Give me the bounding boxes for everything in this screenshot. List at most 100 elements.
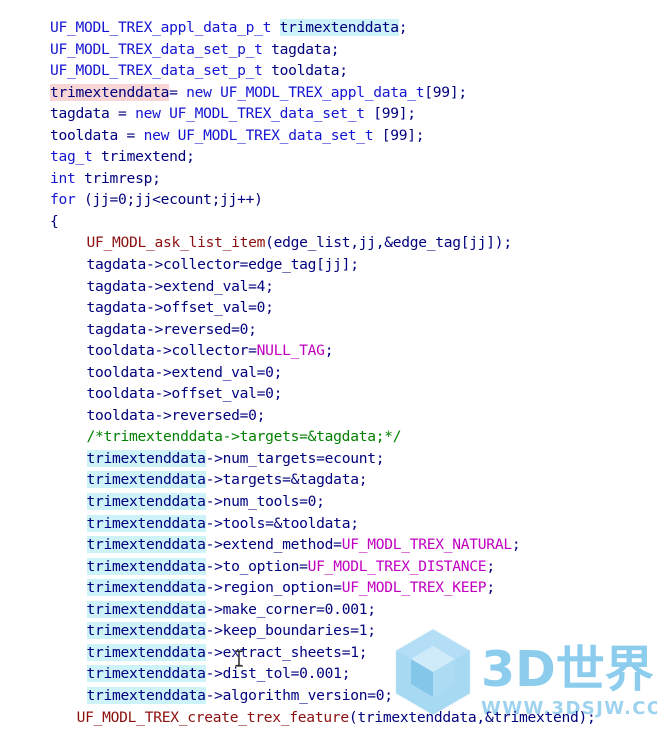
code-token-highlighted: trimextenddata (86, 665, 206, 683)
code-token-highlighted: trimextenddata (86, 471, 206, 489)
code-line[interactable]: trimextenddata->make_corner=0.001; (0, 599, 657, 621)
code-line[interactable]: tooldata = new UF_MODL_TREX_data_set_t [… (0, 125, 657, 147)
code-token: ; (398, 19, 408, 36)
code-line[interactable]: tagdata->offset_val=0; (0, 297, 657, 319)
code-line[interactable]: trimextenddata->keep_boundaries=1; (0, 620, 657, 642)
code-line[interactable]: UF_MODL_TREX_create_trex_feature(trimext… (0, 707, 657, 729)
code-token: ->to_option= (205, 557, 308, 575)
code-line[interactable]: UF_MODL_TREX_data_set_p_t tagdata; (0, 39, 657, 61)
code-line[interactable]: for (jj=0;jj<ecount;jj++) (0, 189, 657, 211)
code-token-highlighted: trimextenddata (86, 449, 206, 467)
code-token: tagdata; (271, 40, 340, 58)
code-token-highlighted: trimextenddata (86, 579, 206, 597)
code-token: new (143, 126, 178, 144)
code-token: ->algorithm_version=0; (205, 686, 393, 704)
code-token: [99]; (364, 105, 416, 123)
code-token: ; (486, 557, 495, 575)
code-line[interactable]: /*trimextenddata->targets=&tagdata;*/ (0, 426, 657, 448)
code-token-highlighted: trimextenddata (86, 493, 206, 511)
code-token-highlighted: trimextenddata (86, 686, 206, 704)
code-token: UF_MODL_TREX_data_set_t (169, 105, 365, 123)
code-line[interactable]: tagdata->reversed=0; (0, 319, 657, 341)
code-line[interactable]: UF_MODL_ask_list_item(edge_list,jj,&edge… (0, 232, 657, 254)
code-line[interactable]: tagdata->extend_val=4; (0, 276, 657, 298)
code-token: new (135, 105, 170, 123)
code-token: trimextend; (101, 148, 195, 166)
code-token: UF_MODL_TREX_NATURAL (341, 536, 512, 554)
code-line[interactable]: UF_MODL_TREX_appl_data_p_t trimextenddat… (0, 17, 657, 39)
code-line[interactable]: trimextenddata->region_option=UF_MODL_TR… (0, 577, 657, 599)
code-token: (jj=0;jj<ecount;jj++) (84, 191, 263, 209)
code-token: [99]; (424, 83, 467, 101)
code-token: ->extend_method= (205, 536, 342, 554)
code-token: new (186, 83, 221, 101)
code-token: tagdata->offset_val=0; (86, 299, 274, 317)
code-line[interactable]: trimextenddata->tools=&tooldata; (0, 513, 657, 535)
code-line[interactable]: tagdata = new UF_MODL_TREX_data_set_t [9… (0, 103, 657, 125)
code-token: UF_MODL_TREX_data_set_p_t (50, 62, 272, 80)
code-token-highlighted: trimextenddata (86, 622, 206, 640)
code-token: UF_MODL_TREX_appl_data_t (220, 83, 425, 101)
code-token: ; (511, 536, 521, 554)
code-line[interactable]: tooldata->collector=NULL_TAG; (0, 340, 657, 362)
code-token: tooldata = (50, 126, 144, 144)
code-token-highlighted: trimextenddata (86, 643, 206, 661)
code-line[interactable]: trimextenddata->num_targets=ecount; (0, 448, 657, 470)
code-token-highlighted: trimextenddata (50, 83, 170, 101)
code-line[interactable]: trimextenddata->to_option=UF_MODL_TREX_D… (0, 556, 657, 578)
code-editor-pane[interactable]: UF_MODL_TREX_appl_data_p_t trimextenddat… (0, 0, 657, 736)
code-token: ->keep_boundaries=1; (205, 622, 376, 640)
code-token: for (50, 191, 85, 209)
code-token: NULL_TAG (256, 342, 325, 360)
code-token: /*trimextenddata->targets=&tagdata;*/ (86, 428, 402, 446)
code-token: ; (486, 579, 495, 597)
code-token: UF_MODL_TREX_create_trex_feature (76, 708, 349, 726)
code-token: tooldata->collector= (86, 342, 257, 360)
code-token: ->targets=&tagdata; (205, 471, 368, 489)
code-line[interactable]: tooldata->extend_val=0; (0, 362, 657, 384)
code-token-highlighted: trimextenddata (279, 19, 399, 36)
code-token: ->extract_sheets=1; (205, 643, 368, 661)
code-token: UF_MODL_TREX_data_set_t (177, 126, 374, 144)
code-token: UF_MODL_TREX_appl_data_p_t (50, 19, 280, 36)
code-line[interactable]: trimextenddata->targets=&tagdata; (0, 469, 657, 491)
code-line[interactable]: trimextenddata= new UF_MODL_TREX_appl_da… (0, 82, 657, 104)
code-token: ->num_targets=ecount; (205, 449, 385, 467)
code-line[interactable]: { (0, 211, 657, 233)
code-line[interactable]: trimextenddata->num_tools=0; (0, 491, 657, 513)
code-token: tag_t (50, 148, 102, 166)
code-token-highlighted: trimextenddata (86, 557, 206, 575)
code-token: ->make_corner=0.001; (205, 600, 376, 618)
code-line[interactable]: trimextenddata->extract_sheets=1; (0, 642, 657, 664)
code-token: int (50, 169, 85, 187)
code-line[interactable]: trimextenddata->extend_method=UF_MODL_TR… (0, 534, 657, 556)
code-line[interactable]: tag_t trimextend; (0, 146, 657, 168)
code-token: ->dist_tol=0.001; (205, 665, 351, 683)
code-line[interactable]: tooldata->offset_val=0; (0, 383, 657, 405)
code-token: ->region_option= (205, 579, 342, 597)
code-token: UF_MODL_TREX_DISTANCE (307, 557, 487, 575)
code-token: (edge_list,jj,&edge_tag[jj]); (265, 234, 512, 252)
code-token: { (50, 212, 59, 230)
code-line[interactable]: tooldata->reversed=0; (0, 405, 657, 427)
code-token: UF_MODL_ask_list_item (86, 234, 266, 252)
code-token: UF_MODL_TREX_KEEP (341, 579, 487, 597)
code-line[interactable]: int trimresp; (0, 168, 657, 190)
code-token: trimresp; (84, 169, 161, 187)
code-line[interactable]: trimextenddata->algorithm_version=0; (0, 685, 657, 707)
code-token: tagdata->extend_val=4; (86, 277, 274, 295)
code-line[interactable]: trimextenddata->dist_tol=0.001; (0, 663, 657, 685)
code-line[interactable]: UF_MODL_TREX_data_set_p_t tooldata; (0, 60, 657, 82)
code-token: = (169, 83, 187, 101)
code-token: tooldata->offset_val=0; (86, 385, 283, 403)
code-token: ->tools=&tooldata; (205, 514, 359, 532)
code-token: tagdata = (50, 105, 136, 123)
code-token-highlighted: trimextenddata (86, 600, 206, 618)
code-token: tooldata; (271, 62, 348, 80)
code-token: tagdata->reversed=0; (86, 320, 257, 338)
code-token: tooldata->reversed=0; (86, 406, 266, 424)
code-token: tooldata->extend_val=0; (86, 363, 283, 381)
code-line[interactable]: tagdata->collector=edge_tag[jj]; (0, 254, 657, 276)
code-token-highlighted: trimextenddata (86, 514, 206, 532)
code-token: UF_MODL_TREX_data_set_p_t (50, 40, 272, 58)
